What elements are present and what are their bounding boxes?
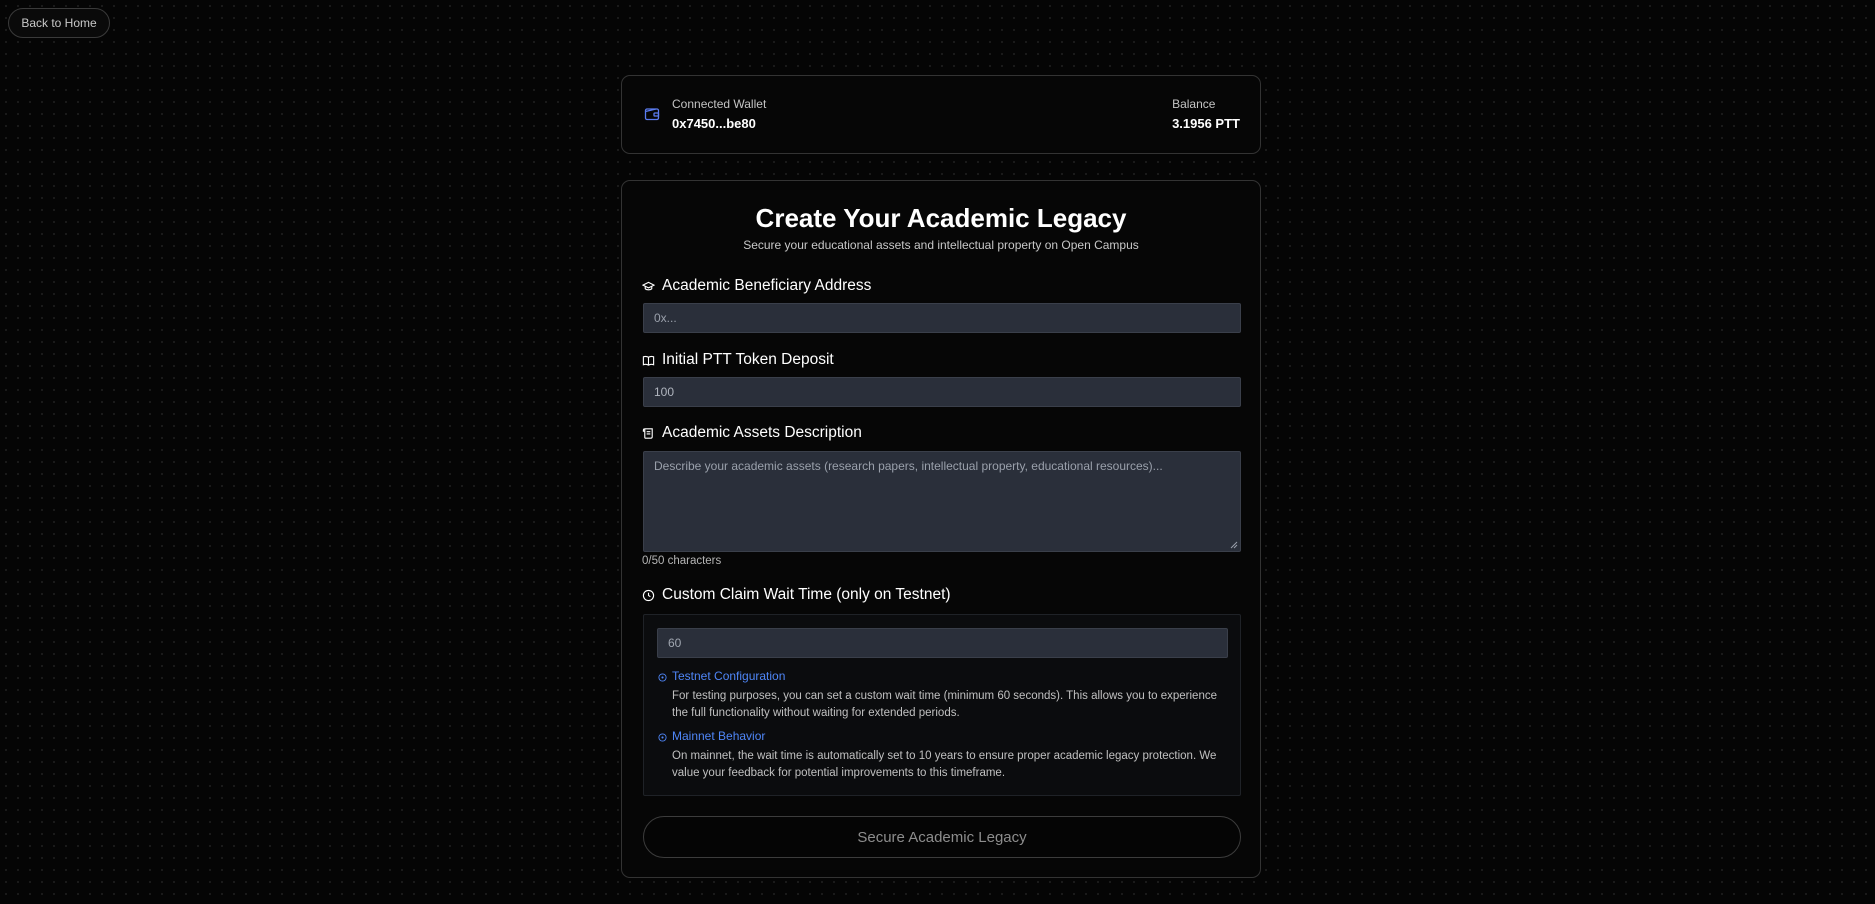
deposit-label-text: Initial PTT Token Deposit [662,351,834,368]
page-subtitle: Secure your educational assets and intel… [743,238,1139,252]
beneficiary-address-placeholder: 0x... [654,311,677,325]
scroll-icon [642,427,653,439]
deposit-amount-value: 100 [654,385,675,399]
clock-icon [642,589,655,601]
info-circle-icon [658,673,667,682]
graduation-cap-icon [642,281,655,290]
deposit-amount-input[interactable]: 100 [643,377,1241,407]
testnet-info-text: For testing purposes, you can set a cust… [672,690,1217,719]
secure-legacy-button[interactable]: Secure Academic Legacy [643,816,1241,858]
wait-time-label-text: Custom Claim Wait Time (only on Testnet) [662,586,951,603]
description-label-text: Academic Assets Description [662,424,862,441]
deposit-label: Initial PTT Token Deposit [642,351,834,369]
testnet-info-title: Testnet Configuration [672,669,786,683]
assets-description-placeholder: Describe your academic assets (research … [654,459,1163,473]
beneficiary-label: Academic Beneficiary Address [642,277,871,295]
description-label: Academic Assets Description [642,424,862,442]
page-title: Create Your Academic Legacy [755,203,1127,233]
legacy-form: Create Your Academic Legacy Secure your … [621,180,1261,878]
book-open-icon [642,355,655,366]
assets-description-textarea[interactable]: Describe your academic assets (research … [643,451,1241,552]
back-to-home-button[interactable]: Back to Home [8,8,110,38]
wallet-card: Connected Wallet 0x7450...be80 Balance 3… [621,75,1261,154]
testnet-config-panel: 60 Testnet Configuration For testing pur… [643,614,1241,796]
beneficiary-address-input[interactable]: 0x... [643,303,1241,333]
wait-time-label: Custom Claim Wait Time (only on Testnet) [642,586,951,604]
wallet-icon [644,108,660,121]
mainnet-info-text: On mainnet, the wait time is automatical… [672,750,1217,779]
wait-time-value: 60 [668,636,682,650]
info-circle-icon [658,733,667,742]
balance-value: 3.1956 PTT [1172,116,1240,131]
wait-time-input[interactable]: 60 [657,628,1228,658]
character-count: 0/50 characters [642,555,722,567]
connected-wallet-label: Connected Wallet [672,97,767,111]
wallet-address: 0x7450...be80 [672,116,756,131]
beneficiary-label-text: Academic Beneficiary Address [662,277,872,294]
resize-handle-icon[interactable] [1230,541,1238,549]
balance-label: Balance [1172,97,1216,111]
mainnet-info-title: Mainnet Behavior [672,729,766,743]
